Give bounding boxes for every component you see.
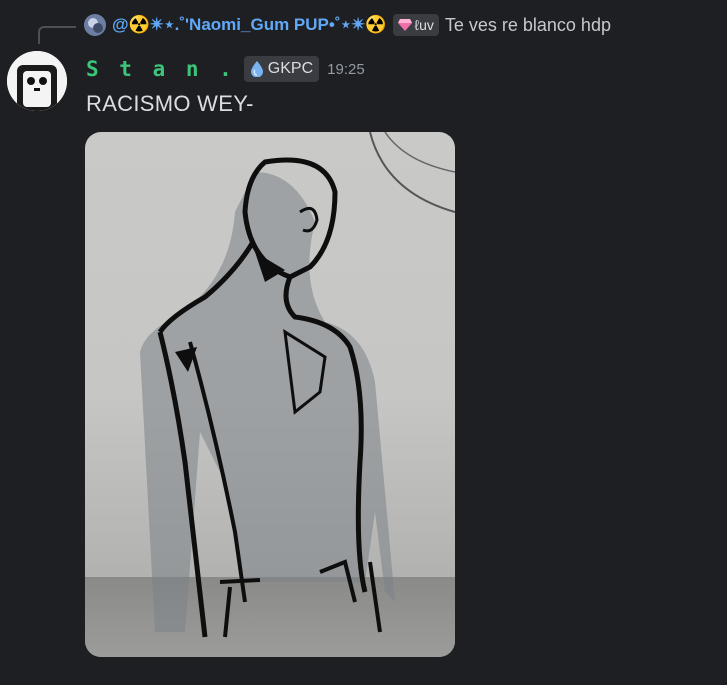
- user-avatar[interactable]: [7, 51, 67, 111]
- message-header: S t a n . GKPC 19:25: [86, 56, 365, 82]
- reply-mention-prefix: @: [112, 15, 129, 34]
- reply-text[interactable]: Te ves re blanco hdp: [445, 15, 611, 36]
- username[interactable]: S t a n .: [86, 57, 236, 81]
- reply-connector: [38, 26, 76, 44]
- image-attachment[interactable]: [85, 132, 455, 657]
- reply-avatar[interactable]: [84, 14, 106, 36]
- sketch-image: [85, 132, 455, 657]
- reply-author-name: ☢️✴︎⋆.˚'Naomi_Gum PUP•˚⋆✴︎☢️: [128, 15, 387, 34]
- reply-tag-label: ℓuv: [414, 17, 434, 33]
- reply-avatar-image: [84, 14, 106, 36]
- gem-icon: [397, 19, 412, 31]
- avatar-image: [7, 51, 67, 111]
- server-tag[interactable]: GKPC: [243, 56, 320, 82]
- reply-preview[interactable]: @☢️✴︎⋆.˚'Naomi_Gum PUP•˚⋆✴︎☢️ ℓuv Te ves…: [84, 11, 611, 39]
- reply-server-tag[interactable]: ℓuv: [392, 14, 439, 36]
- message-content: RACISMO WEY-: [86, 91, 254, 116]
- reply-author[interactable]: @☢️✴︎⋆.˚'Naomi_Gum PUP•˚⋆✴︎☢️: [112, 15, 387, 35]
- water-drop-icon: [250, 61, 263, 77]
- server-tag-label: GKPC: [267, 60, 314, 77]
- timestamp[interactable]: 19:25: [327, 61, 365, 78]
